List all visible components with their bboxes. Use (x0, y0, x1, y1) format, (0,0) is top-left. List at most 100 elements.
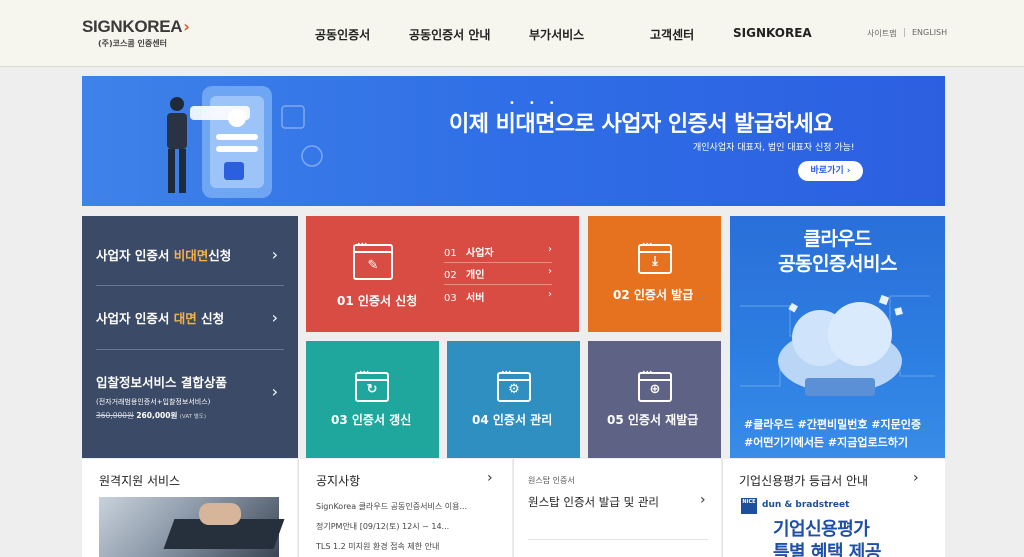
onestop-title: 원스탑 인증서 발급 및 관리 (528, 495, 660, 509)
apply-business-link[interactable]: 01 사업자 › (444, 244, 552, 259)
notice-item[interactable]: SignKorea 클라우드 공동인증서비스 이용... (316, 501, 467, 512)
issue-label: 02 인증서 발급 (613, 288, 694, 302)
chevron-right-icon: › (271, 382, 278, 401)
credit-title: 기업신용평가 등급서 안내 (739, 474, 869, 488)
nav-additional-services[interactable]: 부가서비스 (529, 26, 584, 43)
chevron-right-icon: › (548, 289, 552, 300)
fingerprint-outline-icon (301, 145, 323, 167)
laptop-typing-photo (99, 497, 285, 557)
onestop-label: 원스탑 인증서 (528, 476, 575, 485)
apply-label: 01 인증서 신청 (337, 294, 418, 308)
person-body (167, 113, 187, 149)
reissue-certificate-tile[interactable]: ⊕ 05 인증서 재발급 (588, 341, 721, 458)
chevron-right-icon: › (271, 308, 278, 327)
dun-bradstreet-logo: dun & bradstreet (762, 500, 850, 510)
bundle-title: 입찰정보서비스 결합상품 (96, 375, 227, 390)
remote-support-panel[interactable]: 원격지원 서비스 (82, 459, 297, 557)
bundle-price: 360,000원 260,000원 (VAT 별도) (96, 410, 284, 421)
item-highlight: 비대면 (173, 248, 209, 263)
item-prefix: 사업자 인증서 (96, 248, 174, 263)
site-header: SIGNKOREA› (주)코스콤 인증센터 공동인증서 공동인증서 안내 부가… (0, 0, 1024, 67)
person-leg-right (179, 149, 186, 193)
divider (96, 349, 284, 350)
nav-certificate-guide[interactable]: 공동인증서 안내 (409, 26, 490, 43)
renew-label: 03 인증서 갱신 (331, 413, 412, 427)
item-number: 03 (444, 293, 457, 304)
onestop-panel[interactable]: 원스탑 인증서 원스탑 인증서 발급 및 관리 › (513, 459, 721, 557)
business-face-apply-link[interactable]: 사업자 인증서 대면 신청 › (96, 308, 284, 327)
bid-bundle-link[interactable]: 입찰정보서비스 결합상품 (전자거래범용인증서+입찰정보서비스) 360,000… (96, 372, 284, 421)
divider (96, 285, 284, 286)
vat-note: (VAT 별도) (179, 414, 207, 420)
apply-server-link[interactable]: 03 서버 › (444, 289, 552, 304)
item-label: 서버 (466, 293, 485, 304)
notice-title[interactable]: 공지사항 (316, 472, 360, 489)
divider (444, 262, 552, 263)
manage-certificate-tile[interactable]: ⚙ 04 인증서 관리 (447, 341, 580, 458)
hero-banner[interactable]: ••• 이제 비대면으로 사업자 인증서 발급하세요 개인사업자 대표자, 법인… (82, 76, 945, 206)
item-label: 사업자 (466, 248, 494, 259)
gear-icon: ⚙ (497, 369, 531, 402)
notice-item[interactable]: 정기PM안내 [09/12(토) 12시 ~ 14... (316, 521, 449, 532)
nav-signkorea[interactable]: SIGNKOREA (733, 26, 812, 40)
add-icon: ⊕ (638, 369, 672, 402)
manage-label: 04 인증서 관리 (472, 413, 553, 427)
nice-logo: NICE (741, 498, 757, 514)
credit-rating-panel[interactable]: 기업신용평가 등급서 안내 › NICE dun & bradstreet 기업… (722, 459, 945, 557)
old-price: 360,000원 (96, 411, 134, 420)
sitemap-link[interactable]: 사이트맵 (867, 28, 896, 39)
cloud-tags-line1: #클라우드 #간편비밀번호 #지문인증 (744, 418, 921, 431)
business-certificate-panel: 사업자 인증서 비대면신청 › 사업자 인증서 대면 신청 › 입찰정보서비스 … (82, 216, 298, 458)
chevron-right-icon: › (271, 245, 278, 264)
english-link[interactable]: ENGLISH (912, 28, 947, 37)
banner-subtitle: 개인사업자 대표자, 법인 대표자 신청 가능! (693, 143, 855, 153)
cloud-title-line1: 클라우드 (803, 228, 872, 250)
chevron-right-icon: › (548, 244, 552, 255)
bundle-subtitle: (전자거래범용인증서+입찰정보서비스) (96, 398, 211, 406)
chevron-right-icon[interactable]: › (487, 470, 493, 486)
nav-certificate[interactable]: 공동인증서 (315, 26, 370, 43)
form-line-1 (216, 134, 258, 140)
download-icon: ⤓ (638, 241, 672, 274)
chevron-right-icon: › (548, 266, 552, 277)
cloud-title-line2: 공동인증서비스 (778, 253, 897, 275)
person-head (170, 97, 184, 111)
signkorea-logo[interactable]: SIGNKOREA› (주)코스콤 인증센터 (82, 17, 190, 49)
cloud-puff-right (828, 302, 892, 366)
new-price: 260,000원 (136, 411, 178, 420)
cloud-illustration (740, 294, 935, 396)
item-label: 개인 (466, 270, 485, 281)
apply-personal-link[interactable]: 02 개인 › (444, 266, 552, 281)
lock-outline-icon (281, 105, 305, 129)
item-suffix: 신청 (196, 311, 225, 326)
renew-certificate-tile[interactable]: ↻ 03 인증서 갱신 (306, 341, 439, 458)
business-nonface-apply-link[interactable]: 사업자 인증서 비대면신청 › (96, 245, 284, 264)
banner-illustration (167, 86, 323, 198)
divider (444, 284, 552, 285)
credit-subheadline: 특별 혜택 제공 (773, 542, 881, 557)
cloud-certificate-card[interactable]: 클라우드 공동인증서비스 #클라우드 #간편비밀번호 #지문인증 #어떤기기에서… (730, 216, 945, 458)
issue-certificate-tile[interactable]: ⤓ 02 인증서 발급 (588, 216, 721, 332)
apply-certificate-tile[interactable]: ✎ 01 인증서 신청 01 사업자 › 02 개인 › 03 서버 › (306, 216, 579, 332)
notice-item[interactable]: TLS 1.2 미지원 환경 접속 제한 안내 (316, 541, 439, 552)
logo-subtitle: (주)코스콤 인증센터 (98, 39, 167, 48)
logo-chevron-icon: › (183, 17, 190, 36)
chevron-right-icon: › (913, 470, 919, 486)
nav-customer-center[interactable]: 고객센터 (650, 26, 694, 43)
reissue-label: 05 인증서 재발급 (607, 413, 699, 427)
form-line-2 (216, 146, 258, 152)
item-prefix: 사업자 인증서 (96, 311, 174, 326)
document-edit-icon: ✎ (353, 241, 393, 280)
item-number: 02 (444, 270, 457, 281)
refresh-icon: ↻ (355, 369, 389, 402)
input-card (190, 106, 250, 120)
server-base (805, 378, 875, 396)
hand-shape (199, 503, 241, 525)
item-highlight: 대면 (173, 311, 197, 326)
lock-icon (224, 162, 244, 180)
logo-wordmark: SIGNKOREA (82, 17, 183, 36)
person-leg-left (168, 149, 175, 193)
item-number: 01 (444, 248, 457, 259)
banner-title: 이제 비대면으로 사업자 인증서 발급하세요 (449, 112, 833, 137)
banner-go-button[interactable]: 바로가기 › (798, 161, 863, 181)
